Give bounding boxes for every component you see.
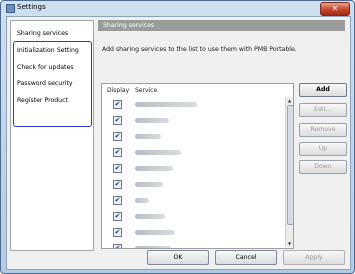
display-checkbox[interactable]: ✔ (113, 132, 122, 141)
table-row[interactable]: ✔ (102, 97, 285, 113)
column-header-display: Display (107, 87, 130, 94)
table-row[interactable]: ✔ (102, 209, 285, 225)
down-button[interactable]: Down (299, 160, 347, 174)
service-name (135, 166, 173, 171)
sidebar-item-sharing-services[interactable]: Sharing services (17, 30, 68, 37)
service-name (135, 198, 149, 203)
settings-app-icon (6, 4, 15, 13)
service-name (135, 230, 175, 235)
service-name (135, 102, 197, 107)
add-button[interactable]: Add (299, 83, 347, 97)
service-name (135, 182, 163, 187)
services-table: Display Service ✔ ✔ ✔ ✔ ✔ ✔ ✔ ✔ ✔ ✔ ▲ ▼ (101, 83, 294, 249)
cancel-button[interactable]: Cancel (215, 250, 277, 265)
settings-client-area: Sharing services Initialization Setting … (6, 16, 351, 270)
remove-button[interactable]: Remove (299, 123, 347, 137)
edit-button[interactable]: Edit... (299, 103, 347, 117)
table-row[interactable]: ✔ (102, 113, 285, 129)
scrollbar-thumb[interactable] (287, 105, 293, 225)
table-row[interactable]: ✔ (102, 161, 285, 177)
panel-header: Sharing services (98, 20, 345, 31)
table-row[interactable]: ✔ (102, 177, 285, 193)
display-checkbox[interactable]: ✔ (113, 244, 122, 248)
service-name (135, 118, 169, 123)
service-name (135, 214, 165, 219)
table-scrollbar[interactable]: ▲ ▼ (285, 97, 293, 247)
table-row[interactable]: ✔ (102, 145, 285, 161)
panel-description: Add sharing services to the list to use … (102, 46, 297, 53)
column-header-service: Service (135, 87, 158, 94)
sidebar-item-check-for-updates[interactable]: Check for updates (17, 64, 74, 71)
close-button[interactable]: ✕ (320, 2, 350, 16)
service-name (135, 246, 171, 248)
table-row[interactable]: ✔ (102, 225, 285, 241)
table-row[interactable]: ✔ (102, 241, 285, 248)
display-checkbox[interactable]: ✔ (113, 228, 122, 237)
display-checkbox[interactable]: ✔ (113, 100, 122, 109)
up-button[interactable]: Up (299, 142, 347, 156)
display-checkbox[interactable]: ✔ (113, 212, 122, 221)
scroll-up-arrow-icon[interactable]: ▲ (286, 98, 293, 103)
sidebar-item-register-product[interactable]: Register Product (17, 97, 68, 104)
apply-button[interactable]: Apply (283, 250, 345, 265)
scroll-down-arrow-icon[interactable]: ▼ (286, 241, 293, 246)
display-checkbox[interactable]: ✔ (113, 196, 122, 205)
settings-sidebar: Sharing services Initialization Setting … (10, 20, 94, 251)
ok-button[interactable]: OK (147, 250, 209, 265)
table-row[interactable]: ✔ (102, 193, 285, 209)
title-bar[interactable]: Settings ✕ (1, 1, 354, 16)
service-name (135, 134, 161, 139)
settings-window: Settings ✕ Sharing services Initializati… (0, 0, 355, 274)
display-checkbox[interactable]: ✔ (113, 164, 122, 173)
display-checkbox[interactable]: ✔ (113, 148, 122, 157)
service-name (135, 150, 181, 155)
window-title: Settings (17, 3, 46, 11)
sidebar-item-password-security[interactable]: Password security (17, 80, 73, 87)
display-checkbox[interactable]: ✔ (113, 180, 122, 189)
display-checkbox[interactable]: ✔ (113, 116, 122, 125)
table-row[interactable]: ✔ (102, 129, 285, 145)
sidebar-item-initialization-setting[interactable]: Initialization Setting (17, 47, 79, 54)
